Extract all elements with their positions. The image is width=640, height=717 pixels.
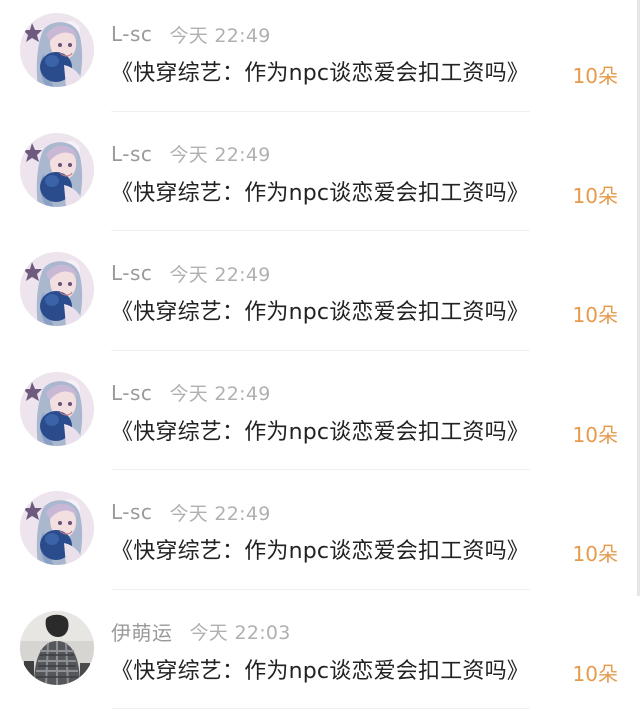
flower-count: 10朵 <box>572 303 618 327</box>
timestamp: 今天 22:49 <box>169 263 271 286</box>
username[interactable]: L-sc <box>111 22 152 46</box>
flower-count: 10朵 <box>572 64 618 88</box>
item-meta: L-sc 今天 22:49 <box>111 20 271 48</box>
item-meta: 伊萌运 今天 22:03 <box>111 618 291 646</box>
username[interactable]: L-sc <box>111 261 152 285</box>
anime-girl-avatar-icon[interactable] <box>20 371 94 446</box>
username[interactable]: 伊萌运 <box>111 617 173 646</box>
book-title[interactable]: 《快穿综艺：作为npc谈恋爱会扣工资吗》 <box>111 414 529 446</box>
book-title[interactable]: 《快穿综艺：作为npc谈恋爱会扣工资吗》 <box>111 653 529 685</box>
flower-count: 10朵 <box>572 183 618 208</box>
flower-count: 10朵 <box>572 542 618 566</box>
username[interactable]: L-sc <box>111 381 152 405</box>
divider <box>111 469 530 470</box>
list-item[interactable]: L-sc 今天 22:49 《快穿综艺：作为npc谈恋爱会扣工资吗》 10朵 <box>0 120 640 240</box>
divider <box>111 708 530 709</box>
book-title[interactable]: 《快穿综艺：作为npc谈恋爱会扣工资吗》 <box>111 175 529 207</box>
book-title[interactable]: 《快穿综艺：作为npc谈恋爱会扣工资吗》 <box>111 55 529 87</box>
username[interactable]: L-sc <box>111 500 152 524</box>
username[interactable]: L-sc <box>111 142 152 166</box>
book-title[interactable]: 《快穿综艺：作为npc谈恋爱会扣工资吗》 <box>111 294 529 326</box>
book-title[interactable]: 《快穿综艺：作为npc谈恋爱会扣工资吗》 <box>111 533 529 565</box>
anime-girl-avatar-icon[interactable] <box>20 13 94 87</box>
gift-record-list: L-sc 今天 22:49 《快穿综艺：作为npc谈恋爱会扣工资吗》 10朵 L… <box>0 0 640 717</box>
divider <box>111 110 530 112</box>
timestamp: 今天 22:49 <box>169 502 271 525</box>
list-item[interactable]: L-sc 今天 22:49 《快穿综艺：作为npc谈恋爱会扣工资吗》 10朵 <box>0 239 640 359</box>
anime-girl-avatar-icon[interactable] <box>20 491 94 565</box>
plaid-coat-photo-avatar-icon[interactable] <box>20 610 94 685</box>
item-meta: L-sc 今天 22:49 <box>111 259 271 287</box>
divider <box>111 588 530 590</box>
timestamp: 今天 22:03 <box>189 622 291 644</box>
item-meta: L-sc 今天 22:49 <box>111 379 271 407</box>
anime-girl-avatar-icon[interactable] <box>20 252 94 326</box>
item-meta: L-sc 今天 22:49 <box>111 140 271 168</box>
flower-count: 10朵 <box>572 661 618 686</box>
flower-count: 10朵 <box>572 422 618 447</box>
list-item[interactable]: 伊萌运 今天 22:03 《快穿综艺：作为npc谈恋爱会扣工资吗》 10朵 <box>0 598 640 717</box>
list-item[interactable]: L-sc 今天 22:49 《快穿综艺：作为npc谈恋爱会扣工资吗》 10朵 <box>0 478 640 598</box>
timestamp: 今天 22:49 <box>169 24 271 47</box>
anime-girl-avatar-icon[interactable] <box>20 132 94 207</box>
item-meta: L-sc 今天 22:49 <box>111 498 271 526</box>
timestamp: 今天 22:49 <box>169 383 271 405</box>
list-item[interactable]: L-sc 今天 22:49 《快穿综艺：作为npc谈恋爱会扣工资吗》 10朵 <box>0 0 640 120</box>
divider <box>111 349 530 351</box>
timestamp: 今天 22:49 <box>169 144 271 166</box>
divider <box>111 230 530 231</box>
list-item[interactable]: L-sc 今天 22:49 《快穿综艺：作为npc谈恋爱会扣工资吗》 10朵 <box>0 359 640 479</box>
